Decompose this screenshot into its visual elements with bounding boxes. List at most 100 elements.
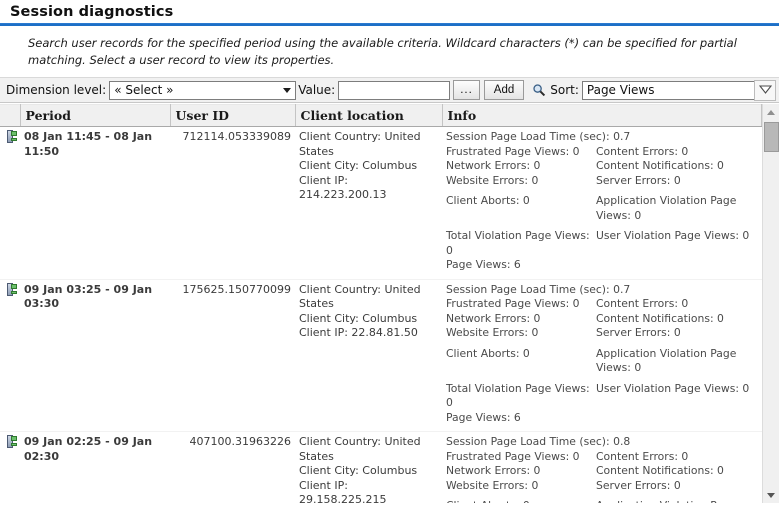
content-errors-line: Content Errors: 0 — [596, 144, 689, 158]
client-city-line: Client City: Columbus — [299, 311, 418, 325]
cell-user-id: 175625.150770099 — [170, 279, 295, 432]
filter-button[interactable] — [754, 80, 776, 101]
row-icon-cell — [0, 279, 20, 432]
info-metrics: Session Page Load Time (sec): 0.7 Frustra… — [446, 283, 758, 426]
total-violation-page-views-line: Total Violation Page Views: 0 — [446, 381, 590, 410]
cell-period[interactable]: 08 Jan 11:45 - 08 Jan 11:50 — [20, 126, 170, 280]
user-violation-page-views-line: User Violation Page Views: 0 — [596, 381, 750, 395]
sort-value: Page Views — [586, 83, 655, 97]
violation-totals-row: Total Violation Page Views: 0 User Violat… — [446, 382, 758, 411]
info-metrics: Session Page Load Time (sec): 0.7 Frustra… — [446, 130, 758, 273]
search-toolbar: Dimension level: « Select » Value: ... A… — [0, 77, 779, 103]
value-input[interactable] — [338, 80, 451, 100]
client-ip-line: Client IP: 29.158.225.215 — [299, 478, 387, 504]
user-violation-page-views-line: User Violation Page Views: 0 — [596, 229, 750, 242]
network-errors-line: Network Errors: 0 — [446, 464, 541, 477]
cell-client-location: Client Country: United States Client City… — [295, 126, 442, 280]
content-errors-line: Content Errors: 0 — [596, 449, 689, 463]
info-metrics: Session Page Load Time (sec): 0.8 Frustra… — [446, 435, 758, 503]
application-violation-page-views-line: Application Violation Page Views: 0 — [596, 499, 758, 503]
client-country-line: Client Country: United States — [299, 130, 421, 158]
table-row[interactable]: 08 Jan 11:45 - 08 Jan 11:50 712114.053339… — [0, 126, 762, 280]
results-grid: Period User ID Client location Info 08 J… — [0, 104, 762, 503]
arrow-down-icon — [767, 492, 775, 498]
content-notifications-line: Content Notifications: 0 — [596, 464, 724, 477]
application-violation-page-views-line: Application Violation Page Views: 0 — [596, 346, 737, 375]
sort-select[interactable]: Page Views — [581, 80, 772, 100]
server-errors-line: Server Errors: 0 — [596, 326, 681, 339]
results-table-container: Period User ID Client location Info 08 J… — [0, 103, 779, 503]
dimension-level-label: Dimension level: — [6, 83, 107, 97]
column-header-user-id[interactable]: User ID — [170, 104, 296, 127]
client-aborts-line: Client Aborts: 0 — [446, 499, 596, 503]
cell-period[interactable]: 09 Jan 03:25 - 09 Jan 03:30 — [20, 279, 170, 432]
frustrated-page-views-line: Frustrated Page Views: 0 — [446, 297, 580, 310]
content-notifications-line: Content Notifications: 0 — [596, 311, 724, 325]
session-page-load-time-line: Session Page Load Time (sec): 0.8 — [446, 435, 631, 448]
column-header-icon[interactable] — [0, 104, 21, 127]
table-body: 08 Jan 11:45 - 08 Jan 11:50 712114.053339… — [0, 126, 762, 504]
page-description: Search user records for the specified pe… — [28, 36, 737, 67]
sort-group: Sort: Page Views — [532, 80, 772, 100]
vertical-scrollbar[interactable] — [762, 104, 779, 503]
client-country-line: Client Country: United States — [299, 282, 421, 311]
content-notifications-line: Content Notifications: 0 — [596, 159, 724, 172]
server-errors-line: Server Errors: 0 — [596, 478, 681, 492]
client-aborts-line: Client Aborts: 0 — [446, 194, 530, 207]
frustrated-page-views-line: Frustrated Page Views: 0 — [446, 449, 580, 463]
violation-totals-row: Total Violation Page Views: 0 User Violat… — [446, 229, 758, 258]
cell-client-location: Client Country: United States Client City… — [295, 431, 442, 504]
page-views-line: Page Views: 6 — [446, 410, 521, 424]
website-errors-line: Website Errors: 0 — [446, 173, 539, 187]
client-country-line: Client Country: United States — [299, 435, 421, 463]
application-violation-page-views-line: Application Violation Page Views: 0 — [596, 194, 737, 222]
dimension-level-select[interactable]: « Select » — [109, 80, 297, 100]
session-record-icon — [4, 130, 17, 143]
server-errors-line: Server Errors: 0 — [596, 173, 681, 187]
content-errors-line: Content Errors: 0 — [596, 297, 689, 310]
results-table: Period User ID Client location Info 08 J… — [0, 104, 762, 503]
column-header-client-location[interactable]: Client location — [295, 104, 443, 127]
cell-info: Session Page Load Time (sec): 0.8 Frustra… — [442, 431, 762, 503]
website-errors-line: Website Errors: 0 — [446, 326, 539, 339]
column-header-period[interactable]: Period — [20, 104, 171, 127]
table-row[interactable]: 09 Jan 03:25 - 09 Jan 03:30 175625.150770… — [0, 279, 762, 432]
row-icon-cell — [0, 431, 20, 503]
funnel-icon — [758, 84, 772, 98]
scrollbar-thumb[interactable] — [764, 122, 779, 152]
client-aborts-line: Client Aborts: 0 — [446, 346, 530, 360]
session-page-load-time-line: Session Page Load Time (sec): 0.7 — [446, 130, 631, 143]
add-criteria-button[interactable]: Add — [483, 80, 525, 100]
network-errors-line: Network Errors: 0 — [446, 159, 541, 172]
total-violation-page-views-line: Total Violation Page Views: 0 — [446, 229, 590, 257]
page-title: Session diagnostics — [10, 4, 174, 20]
table-row[interactable]: 09 Jan 02:25 - 09 Jan 02:30 407100.319632… — [0, 431, 762, 504]
client-city-line: Client City: Columbus — [299, 464, 418, 477]
scroll-down-button[interactable] — [763, 487, 779, 503]
cell-user-id: 712114.053339089 — [170, 126, 295, 280]
network-errors-line: Network Errors: 0 — [446, 311, 541, 325]
cell-info: Session Page Load Time (sec): 0.7 Frustra… — [442, 279, 762, 432]
cell-user-id: 407100.31963226 — [170, 431, 295, 503]
website-errors-line: Website Errors: 0 — [446, 478, 539, 492]
client-city-line: Client City: Columbus — [299, 159, 418, 172]
cell-client-location: Client Country: United States Client City… — [295, 279, 442, 432]
session-record-icon — [4, 282, 17, 296]
page-views-line: Page Views: 6 — [446, 258, 521, 271]
session-page-load-time-line: Session Page Load Time (sec): 0.7 — [446, 282, 631, 296]
chevron-down-icon — [283, 87, 292, 93]
magnifier-icon — [532, 83, 546, 97]
table-header-row: Period User ID Client location Info — [0, 104, 762, 127]
column-header-info[interactable]: Info — [442, 104, 762, 127]
cell-info: Session Page Load Time (sec): 0.7 Frustra… — [442, 126, 762, 280]
session-record-icon — [4, 435, 17, 448]
value-label: Value: — [298, 83, 336, 97]
scroll-up-button[interactable] — [763, 104, 779, 120]
frustrated-page-views-line: Frustrated Page Views: 0 — [446, 144, 580, 158]
client-ip-line: Client IP: 22.84.81.50 — [299, 326, 418, 339]
row-icon-cell — [0, 126, 20, 280]
sort-label: Sort: — [550, 83, 579, 97]
cell-period[interactable]: 09 Jan 02:25 - 09 Jan 02:30 — [20, 431, 170, 503]
value-browse-button[interactable]: ... — [453, 80, 480, 100]
client-ip-line: Client IP: 214.223.200.13 — [299, 173, 387, 202]
